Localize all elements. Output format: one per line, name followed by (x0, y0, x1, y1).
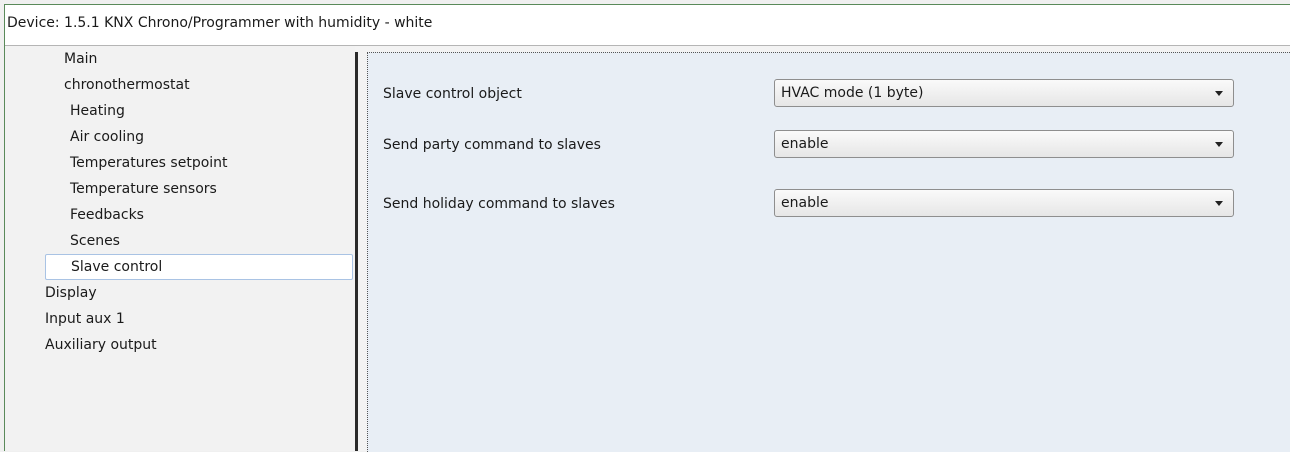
sidebar-item-chronothermostat[interactable]: chronothermostat (64, 72, 190, 98)
param-label: Send holiday command to slaves (383, 196, 615, 212)
param-label: Send party command to slaves (383, 137, 601, 153)
sidebar: Main chronothermostat Heating Air coolin… (5, 46, 355, 451)
chevron-down-icon (1215, 142, 1223, 147)
select-value: HVAC mode (1 byte) (781, 85, 924, 101)
slave-control-object-select[interactable]: HVAC mode (1 byte) (774, 79, 1234, 107)
send-party-command-select[interactable]: enable (774, 130, 1234, 158)
select-value: enable (781, 136, 829, 152)
select-value: enable (781, 195, 829, 211)
sidebar-item-air-cooling[interactable]: Air cooling (70, 124, 144, 150)
sidebar-item-slave-control[interactable]: Slave control (45, 254, 353, 280)
sidebar-item-input-aux-1[interactable]: Input aux 1 (45, 306, 125, 332)
sidebar-item-auxiliary-output[interactable]: Auxiliary output (45, 332, 157, 358)
param-label: Slave control object (383, 86, 522, 102)
device-window: Device: 1.5.1 KNX Chrono/Programmer with… (4, 4, 1290, 452)
sidebar-item-scenes[interactable]: Scenes (70, 228, 120, 254)
parameters-panel: Slave control object HVAC mode (1 byte) … (367, 52, 1290, 452)
window-title: Device: 1.5.1 KNX Chrono/Programmer with… (7, 15, 433, 31)
sidebar-item-temperatures-setpoint[interactable]: Temperatures setpoint (70, 150, 228, 176)
sidebar-item-main[interactable]: Main (64, 46, 97, 72)
sidebar-item-display[interactable]: Display (45, 280, 97, 306)
chevron-down-icon (1215, 91, 1223, 96)
chevron-down-icon (1215, 201, 1223, 206)
sidebar-item-feedbacks[interactable]: Feedbacks (70, 202, 144, 228)
sidebar-item-temperature-sensors[interactable]: Temperature sensors (70, 176, 217, 202)
send-holiday-command-select[interactable]: enable (774, 189, 1234, 217)
panel-splitter[interactable] (355, 52, 358, 451)
sidebar-item-heating[interactable]: Heating (70, 98, 125, 124)
window-title-bar: Device: 1.5.1 KNX Chrono/Programmer with… (5, 5, 1290, 46)
